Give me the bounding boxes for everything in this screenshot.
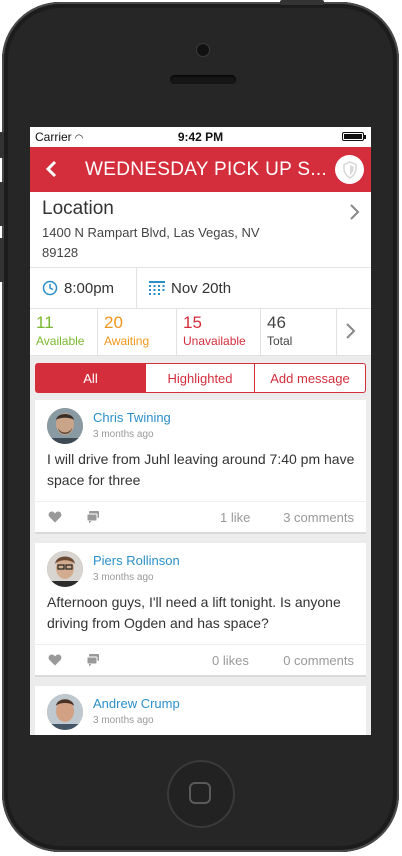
- calendar-icon: [149, 281, 165, 295]
- like-count[interactable]: 1 like: [220, 510, 250, 525]
- event-date: Nov 20th: [171, 279, 232, 297]
- stat-count: 20: [104, 313, 123, 332]
- post-body: I will drive from Juhl leaving around 7:…: [47, 451, 355, 488]
- schedule-row: 8:00pm Nov 20th: [30, 268, 371, 309]
- stat-available[interactable]: 11 Available: [30, 309, 98, 355]
- stat-label: Total: [267, 334, 293, 348]
- heart-icon[interactable]: [48, 653, 62, 667]
- nav-bar: WEDNESDAY PICK UP S...: [30, 147, 371, 192]
- time-cell: 8:00pm: [30, 268, 137, 308]
- front-camera: [196, 43, 210, 57]
- shield-button[interactable]: [335, 155, 364, 184]
- home-button[interactable]: [167, 760, 235, 828]
- filter-tabs: All Highlighted Add message: [30, 356, 371, 400]
- comment-count[interactable]: 0 comments: [283, 653, 354, 668]
- event-time: 8:00pm: [64, 279, 115, 297]
- address-line1: 1400 N Rampart Blvd, Las Vegas, NV: [42, 225, 260, 240]
- post-timestamp: 3 months ago: [93, 429, 154, 440]
- post-timestamp: 3 months ago: [93, 572, 154, 583]
- clock-icon: [42, 280, 58, 296]
- comment-count[interactable]: 3 comments: [283, 510, 354, 525]
- app-screen: Carrier ◠ 9:42 PM WEDNESDAY PICK UP S... …: [30, 127, 371, 735]
- stats-more-button[interactable]: [337, 309, 367, 355]
- stat-label: Available: [36, 334, 85, 348]
- comment-icon[interactable]: [86, 510, 100, 524]
- stat-total[interactable]: 46 Total: [261, 309, 337, 355]
- stat-unavailable[interactable]: 15 Unavailable: [177, 309, 261, 355]
- shield-icon: [342, 160, 357, 179]
- like-count[interactable]: 0 likes: [212, 653, 249, 668]
- tab-highlighted[interactable]: Highlighted: [146, 363, 255, 393]
- avatar[interactable]: [47, 551, 83, 587]
- post-author[interactable]: Andrew Crump: [93, 696, 180, 711]
- post-card: Chris Twining 3 months ago I will drive …: [35, 400, 366, 534]
- status-bar: Carrier ◠ 9:42 PM: [30, 127, 371, 147]
- post-author[interactable]: Piers Rollinson: [93, 553, 180, 568]
- address-line2: 89128: [42, 245, 79, 260]
- mute-switch: [0, 132, 4, 158]
- stat-count: 15: [183, 313, 202, 332]
- add-message-button[interactable]: Add message: [255, 363, 366, 393]
- avatar[interactable]: [47, 408, 83, 444]
- date-cell: Nov 20th: [137, 268, 231, 308]
- post-card: Piers Rollinson 3 months ago Afternoon g…: [35, 543, 366, 677]
- stat-awaiting[interactable]: 20 Awaiting: [98, 309, 177, 355]
- post-actions: 0 likes 0 comments: [35, 644, 366, 675]
- chevron-right-icon: [349, 202, 361, 226]
- post-timestamp: 3 months ago: [93, 715, 154, 726]
- stat-count: 11: [36, 313, 54, 332]
- location-row[interactable]: Location 1400 N Rampart Blvd, Las Vegas,…: [30, 192, 371, 268]
- heart-icon[interactable]: [48, 510, 62, 524]
- battery-icon: [342, 132, 366, 141]
- post-card: Andrew Crump 3 months ago: [35, 686, 366, 735]
- attendance-stats: 11 Available 20 Awaiting 15 Unavailable …: [30, 309, 371, 356]
- power-button: [280, 0, 324, 5]
- volume-down-button: [0, 238, 4, 282]
- stat-count: 46: [267, 313, 286, 332]
- clock: 9:42 PM: [177, 130, 224, 144]
- post-author[interactable]: Chris Twining: [93, 410, 171, 425]
- page-title: WEDNESDAY PICK UP S...: [85, 159, 325, 180]
- volume-up-button: [0, 182, 4, 226]
- post-body: Afternoon guys, I'll need a lift tonight…: [47, 594, 341, 631]
- tab-all[interactable]: All: [35, 363, 146, 393]
- stat-label: Awaiting: [104, 334, 150, 348]
- post-actions: 1 like 3 comments: [35, 501, 366, 532]
- avatar[interactable]: [47, 694, 83, 730]
- stat-label: Unavailable: [183, 334, 246, 348]
- comment-icon[interactable]: [86, 653, 100, 667]
- chevron-right-icon: [345, 321, 357, 345]
- earpiece: [170, 75, 236, 84]
- chevron-left-icon[interactable]: [42, 159, 62, 179]
- location-label: Location: [42, 198, 114, 219]
